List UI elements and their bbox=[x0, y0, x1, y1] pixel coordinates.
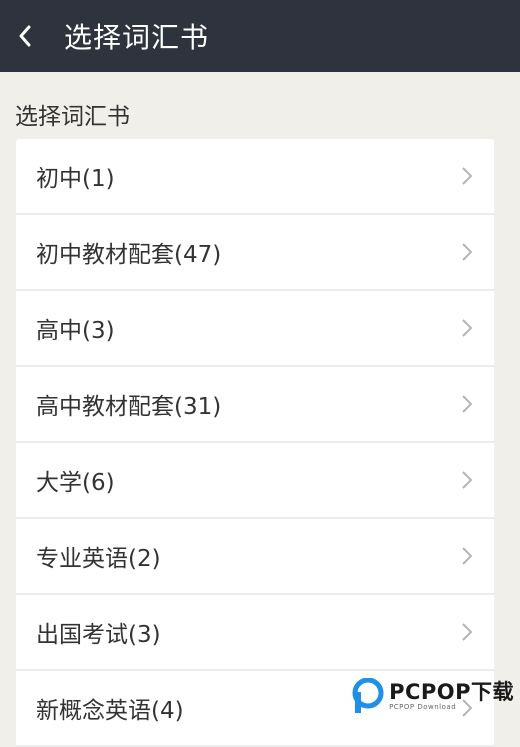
list-item-label: 大学(6) bbox=[36, 470, 115, 496]
list-item-label: 出国考试(3) bbox=[36, 622, 161, 648]
list-item-label: 初中(1) bbox=[36, 166, 115, 192]
chevron-right-icon bbox=[462, 319, 473, 337]
pcpop-logo-icon bbox=[352, 678, 384, 713]
chevron-right-icon bbox=[462, 471, 473, 489]
chevron-right-icon bbox=[462, 547, 473, 565]
chevron-right-icon bbox=[462, 623, 473, 641]
vocab-book-list: 初中(1) 初中教材配套(47) 高中(3) 高中教材配套(31) 大学(6) … bbox=[16, 139, 494, 747]
list-item-study-abroad-exams[interactable]: 出国考试(3) bbox=[16, 595, 494, 671]
app-header: 选择词汇书 bbox=[0, 0, 520, 72]
pcpop-watermark: PCPOP下载 PCPOP Download bbox=[351, 678, 514, 714]
watermark-subtext: PCPOP Download bbox=[389, 703, 457, 711]
chevron-right-icon bbox=[462, 243, 473, 261]
chevron-right-icon bbox=[462, 167, 473, 185]
list-item-label: 高中(3) bbox=[36, 318, 115, 344]
chevron-left-icon bbox=[19, 25, 31, 47]
list-item-senior-textbook[interactable]: 高中教材配套(31) bbox=[16, 367, 494, 443]
page-title: 选择词汇书 bbox=[64, 21, 210, 54]
section-label: 选择词汇书 bbox=[15, 104, 130, 130]
list-item-label: 高中教材配套(31) bbox=[36, 394, 222, 420]
list-item-label: 初中教材配套(47) bbox=[36, 242, 222, 268]
list-item-junior[interactable]: 初中(1) bbox=[16, 139, 494, 215]
list-item-university[interactable]: 大学(6) bbox=[16, 443, 494, 519]
list-item-senior[interactable]: 高中(3) bbox=[16, 291, 494, 367]
watermark-text: PCPOP下载 bbox=[389, 680, 514, 704]
list-item-label: 专业英语(2) bbox=[36, 546, 161, 572]
list-item-junior-textbook[interactable]: 初中教材配套(47) bbox=[16, 215, 494, 291]
list-item-professional-english[interactable]: 专业英语(2) bbox=[16, 519, 494, 595]
chevron-right-icon bbox=[462, 395, 473, 413]
back-button[interactable] bbox=[2, 0, 48, 72]
